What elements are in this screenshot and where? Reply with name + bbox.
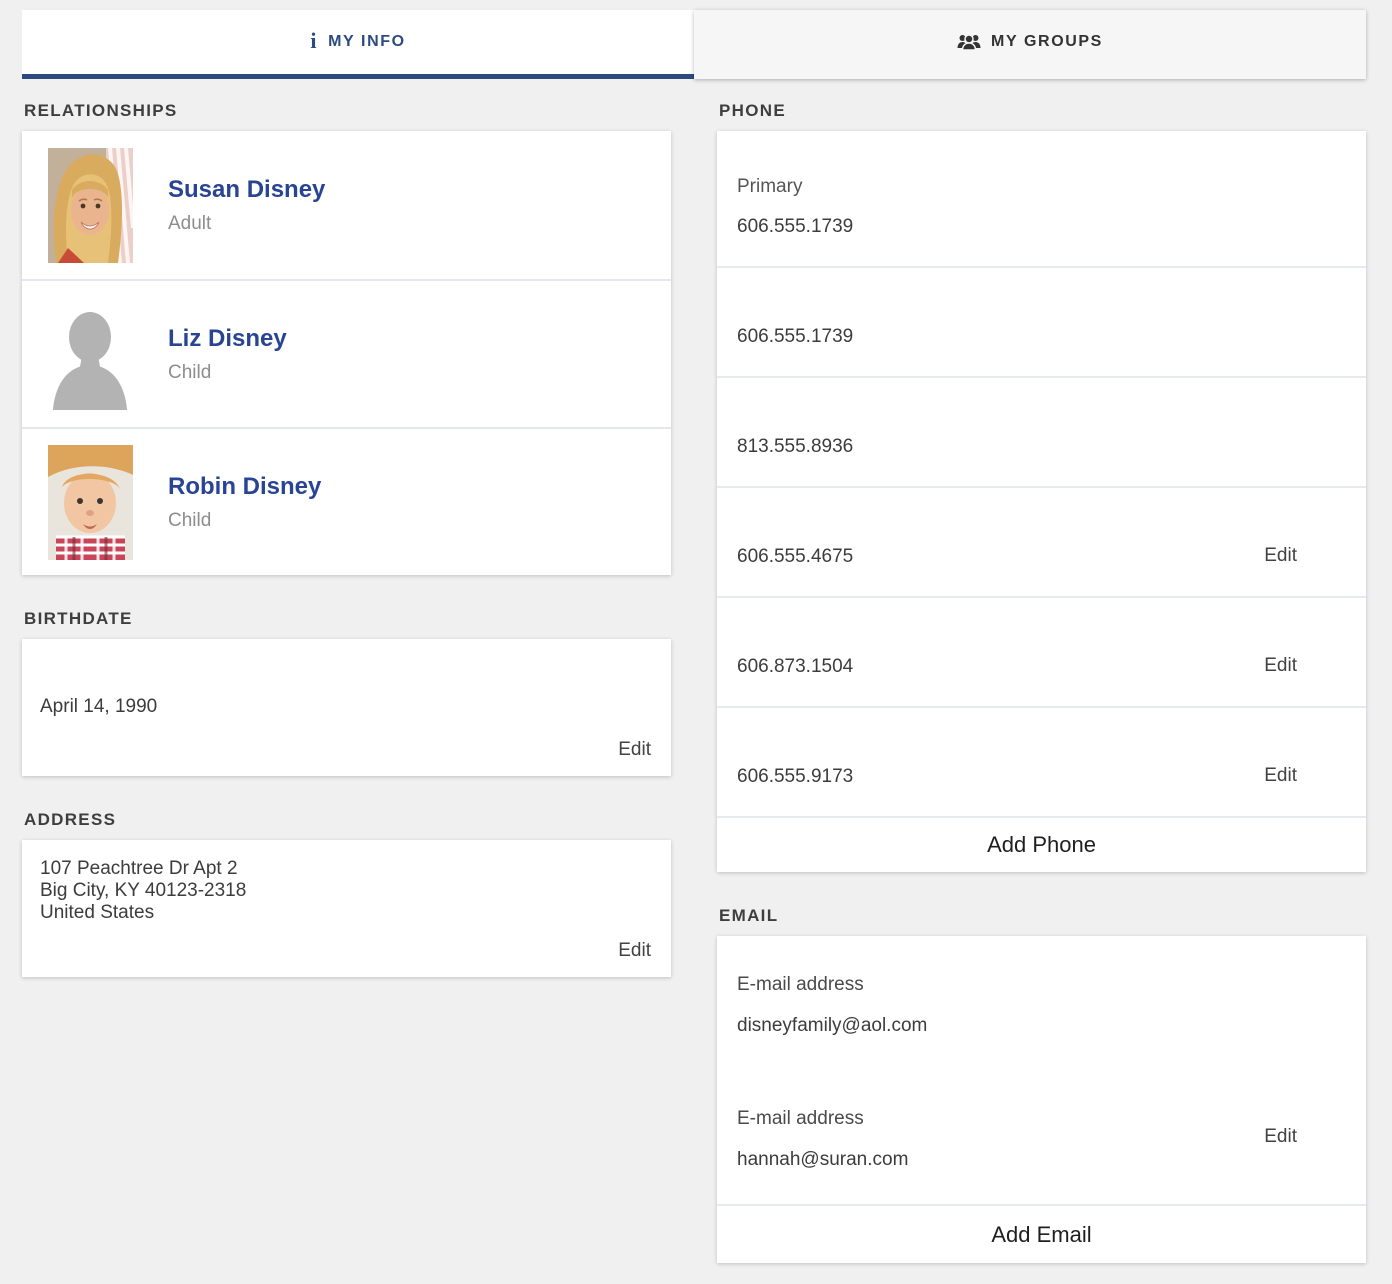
email-list: E-mail address disneyfamily@aol.com E-ma… [717, 936, 1366, 1204]
phone-row: 606.873.1504 Edit [717, 596, 1366, 706]
phone-number: 606.873.1504 [737, 656, 1264, 678]
person-name-link[interactable]: Robin Disney [168, 473, 321, 501]
person-role-label: Child [168, 510, 321, 532]
phone-number: 606.555.4675 [737, 546, 1264, 568]
email-card: E-mail address disneyfamily@aol.com E-ma… [717, 936, 1366, 1263]
email-address: disneyfamily@aol.com [737, 1015, 1342, 1037]
email-label: E-mail address [737, 1108, 1264, 1130]
relationship-row[interactable]: Liz Disney Child [22, 279, 671, 427]
person-avatar [48, 445, 133, 560]
tab-my-info[interactable]: i MY INFO [22, 10, 694, 79]
phone-row: 606.555.1739 [717, 266, 1366, 376]
person-avatar [48, 148, 133, 263]
person-avatar [48, 297, 133, 412]
email-label: E-mail address [737, 974, 1342, 996]
address-heading: ADDRESS [24, 810, 671, 830]
phone-edit-button[interactable]: Edit [1264, 545, 1297, 567]
phone-heading: PHONE [719, 101, 1366, 121]
left-column: RELATIONSHIPS [22, 79, 671, 977]
add-email-button[interactable]: Add Email [717, 1204, 1366, 1263]
phone-edit-button[interactable]: Edit [1264, 765, 1297, 787]
person-name-link[interactable]: Susan Disney [168, 176, 325, 204]
phone-row: 606.555.9173 Edit [717, 706, 1366, 816]
birthdate-edit-button[interactable]: Edit [618, 739, 651, 761]
right-column: PHONE Primary 606.555.1739 606.555.1739 … [717, 79, 1366, 1263]
tab-my-groups[interactable]: MY GROUPS [694, 10, 1366, 79]
relationships-heading: RELATIONSHIPS [24, 101, 671, 121]
phone-row: 813.555.8936 [717, 376, 1366, 486]
add-phone-button[interactable]: Add Phone [717, 816, 1366, 872]
relationship-row[interactable]: Robin Disney Child [22, 427, 671, 575]
phone-edit-button[interactable]: Edit [1264, 655, 1297, 677]
person-name-link[interactable]: Liz Disney [168, 325, 287, 353]
email-row: E-mail address hannah@suran.com Edit [717, 1070, 1366, 1204]
email-heading: EMAIL [719, 906, 1366, 926]
tab-my-info-label: MY INFO [328, 33, 406, 51]
birthdate-card: April 14, 1990 Edit [22, 639, 671, 776]
phone-number: 606.555.1739 [737, 216, 1342, 238]
address-edit-button[interactable]: Edit [618, 940, 651, 962]
relationships-card: Susan Disney Adult Liz Disney Child [22, 131, 671, 575]
phone-label: Primary [737, 176, 1342, 198]
users-icon [957, 33, 981, 52]
phone-number: 813.555.8936 [737, 436, 1342, 458]
phone-number: 606.555.1739 [737, 326, 1342, 348]
info-icon: i [310, 30, 318, 52]
address-card: 107 Peachtree Dr Apt 2 Big City, KY 4012… [22, 840, 671, 977]
phone-row: Primary 606.555.1739 [717, 131, 1366, 266]
phone-row: 606.555.4675 Edit [717, 486, 1366, 596]
phone-card: Primary 606.555.1739 606.555.1739 813.55… [717, 131, 1366, 872]
address-line-1: 107 Peachtree Dr Apt 2 [40, 858, 651, 880]
birthdate-heading: BIRTHDATE [24, 609, 671, 629]
address-line-3: United States [40, 902, 651, 924]
person-role-label: Adult [168, 213, 325, 235]
tab-bar: i MY INFO MY GROUPS [22, 10, 1366, 79]
address-line-2: Big City, KY 40123-2318 [40, 880, 651, 902]
birthdate-value: April 14, 1990 [40, 696, 651, 718]
phone-list: Primary 606.555.1739 606.555.1739 813.55… [717, 131, 1366, 816]
email-row: E-mail address disneyfamily@aol.com [717, 936, 1366, 1070]
tab-my-groups-label: MY GROUPS [991, 33, 1103, 51]
email-address: hannah@suran.com [737, 1149, 1264, 1171]
profile-page: i MY INFO MY GROUPS [0, 0, 1392, 1263]
email-edit-button[interactable]: Edit [1264, 1126, 1297, 1148]
relationship-row[interactable]: Susan Disney Adult [22, 131, 671, 279]
person-role-label: Child [168, 362, 287, 384]
address-value: 107 Peachtree Dr Apt 2 Big City, KY 4012… [40, 858, 651, 924]
phone-number: 606.555.9173 [737, 766, 1264, 788]
